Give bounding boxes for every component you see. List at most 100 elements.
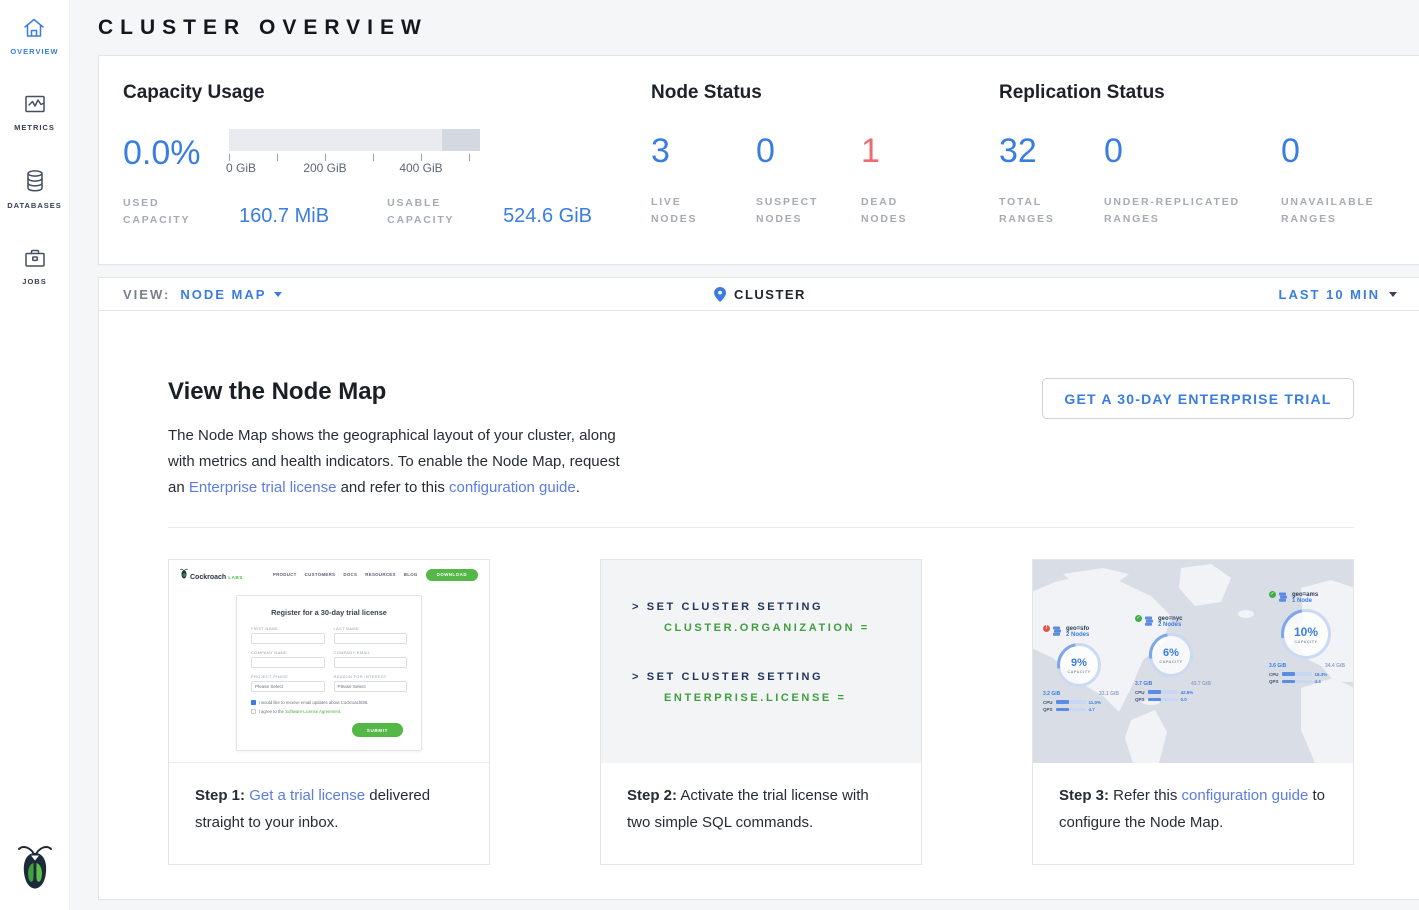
usable-capacity-label: USABLE CAPACITY — [387, 195, 479, 229]
node-stack-icon — [1052, 626, 1062, 636]
step-label: Step 2: — [627, 787, 677, 804]
qps-bar — [1056, 708, 1086, 712]
unavailable-ranges-value: 0 — [1281, 134, 1419, 168]
qps-bar — [1282, 680, 1312, 684]
live-nodes-value: 3 — [651, 134, 756, 168]
field-label: PROJECT PHASE — [251, 674, 325, 679]
sql-command-arg: ENTERPRISE.LICENSE = — [601, 692, 921, 704]
form-submit-button: SUBMIT — [352, 723, 403, 737]
time-range-dropdown[interactable]: LAST 10 MIN — [1279, 287, 1397, 302]
step-1-card: Cockroach LABS PRODUCT CUSTOMERS DOCS RE… — [168, 559, 490, 865]
axis-label: 0 GiB — [226, 161, 256, 175]
usable-capacity-value: 524.6 GiB — [503, 205, 592, 229]
locality-label: CLUSTER — [734, 287, 806, 302]
qps-label: QPS — [1135, 697, 1145, 702]
step-2-caption: Step 2: Activate the trial license with … — [601, 763, 921, 855]
node-map-heading: View the Node Map — [168, 378, 630, 406]
qps-bar — [1148, 698, 1178, 702]
capacity-bar-reserved-segment — [442, 129, 480, 151]
caption-text: Refer this — [1109, 787, 1182, 804]
node-ok-badge: ✓ — [1269, 591, 1276, 598]
section-divider — [168, 527, 1354, 528]
capacity-gauge: 10% CAPACITY — [1281, 609, 1331, 659]
configuration-guide-link[interactable]: configuration guide — [449, 479, 576, 496]
gauge-percent: 9% — [1071, 657, 1087, 669]
sidebar-item-label: METRICS — [14, 123, 55, 132]
gauge-label: CAPACITY — [1294, 640, 1317, 644]
used-gib: 3.7 GiB — [1135, 681, 1152, 687]
step-1-caption: Step 1: Get a trial license delivered st… — [169, 763, 489, 855]
axis-label: 200 GiB — [303, 161, 346, 175]
qps-value: 4.7 — [1089, 707, 1095, 712]
map-node-ams: ✓ geo=ams 1 Node 10% — [1269, 592, 1353, 684]
node-count: 2 Nodes — [1158, 622, 1183, 628]
configuration-guide-link[interactable]: configuration guide — [1182, 787, 1309, 804]
view-mode-dropdown[interactable]: NODE MAP — [180, 287, 282, 302]
qps-value: 0.0 — [1181, 697, 1187, 702]
node-ok-badge: ✓ — [1135, 615, 1142, 622]
used-gib: 3.6 GiB — [1269, 663, 1286, 669]
enterprise-trial-license-link[interactable]: Enterprise trial license — [189, 479, 337, 496]
axis-tick — [469, 154, 470, 161]
qps-label: QPS — [1269, 679, 1279, 684]
capacity-gauge: 6% CAPACITY — [1149, 633, 1193, 677]
chevron-down-icon — [1389, 292, 1397, 297]
dead-nodes-value: 1 — [861, 134, 966, 168]
trial-registration-form: Register for a 30-day trial license FIRS… — [236, 595, 422, 751]
axis-tick — [229, 154, 230, 161]
total-ranges-label: TOTAL RANGES — [999, 194, 1061, 228]
capacity-bar — [229, 129, 480, 151]
sidebar: OVERVIEW METRICS DATABASES JOBS — [0, 0, 70, 910]
briefcase-icon — [22, 246, 48, 270]
node-stack-icon — [1144, 616, 1154, 626]
form-input — [251, 633, 325, 644]
sidebar-item-label: JOBS — [22, 277, 46, 286]
field-label: COMPANY NAME — [251, 650, 325, 655]
node-status-title: Node Status — [651, 82, 999, 104]
sidebar-item-jobs[interactable]: JOBS — [22, 246, 48, 286]
form-select: Please Select — [334, 681, 408, 692]
capacity-used-percent: 0.0% — [123, 136, 229, 175]
sql-command-arg: CLUSTER.ORGANIZATION = — [601, 622, 921, 634]
node-status-section: Node Status 3 LIVE NODES 0 SUSPECT NODES… — [651, 78, 999, 264]
locality-breadcrumb[interactable]: CLUSTER — [714, 287, 806, 302]
suspect-nodes-value: 0 — [756, 134, 861, 168]
cpu-bar — [1148, 690, 1178, 694]
view-label: VIEW: — [123, 287, 170, 302]
cpu-label: CPU — [1043, 700, 1053, 705]
checkbox-label: I agree to the Software License Agreemen… — [259, 709, 342, 714]
sidebar-item-metrics[interactable]: METRICS — [14, 92, 55, 132]
map-node-nyc: ✓ geo=nyc 2 Nodes 6% — [1135, 616, 1223, 702]
field-label: FIRST NAME — [251, 626, 325, 631]
unavailable-ranges-stat: 0 UNAVAILABLE RANGES — [1281, 134, 1419, 228]
dead-nodes-label: DEAD NODES — [861, 194, 933, 228]
used-capacity-value: 160.7 MiB — [239, 205, 329, 229]
sidebar-item-databases[interactable]: DATABASES — [7, 168, 62, 210]
app-root: OVERVIEW METRICS DATABASES JOBS — [0, 0, 1419, 910]
sidebar-item-overview[interactable]: OVERVIEW — [10, 16, 58, 56]
enterprise-trial-button[interactable]: GET A 30-DAY ENTERPRISE TRIAL — [1042, 378, 1354, 419]
map-node-sfo: ! geo=sfo 2 Nodes 9% — [1043, 626, 1131, 712]
description-text: . — [576, 479, 580, 496]
gauge-label: CAPACITY — [1067, 670, 1090, 674]
cluster-summary-panel: Capacity Usage 0.0% — [98, 55, 1419, 265]
page-title: CLUSTER OVERVIEW — [98, 0, 1419, 55]
field-label: REASON FOR INTEREST — [334, 674, 408, 679]
dead-nodes-stat: 1 DEAD NODES — [861, 134, 966, 228]
view-mode-value: NODE MAP — [180, 287, 266, 302]
cockroach-logo-icon — [17, 843, 53, 894]
step-2-card: > SET CLUSTER SETTING CLUSTER.ORGANIZATI… — [600, 559, 922, 865]
live-nodes-label: LIVE NODES — [651, 194, 723, 228]
under-replicated-ranges-label: UNDER-REPLICATED RANGES — [1104, 194, 1264, 228]
under-replicated-ranges-stat: 0 UNDER-REPLICATED RANGES — [1104, 134, 1281, 228]
main-content: CLUSTER OVERVIEW Capacity Usage 0.0% — [70, 0, 1419, 910]
site-nav-item: BLOG — [404, 572, 418, 577]
used-gib: 3.2 GiB — [1043, 691, 1060, 697]
sql-command-line: > SET CLUSTER SETTING — [601, 601, 921, 613]
site-logo-text: Cockroach — [190, 574, 226, 581]
capacity-usage-section: Capacity Usage 0.0% — [123, 78, 651, 264]
get-trial-license-link[interactable]: Get a trial license — [249, 787, 365, 804]
form-input — [251, 657, 325, 668]
gauge-percent: 6% — [1163, 647, 1179, 659]
live-nodes-stat: 3 LIVE NODES — [651, 134, 756, 228]
